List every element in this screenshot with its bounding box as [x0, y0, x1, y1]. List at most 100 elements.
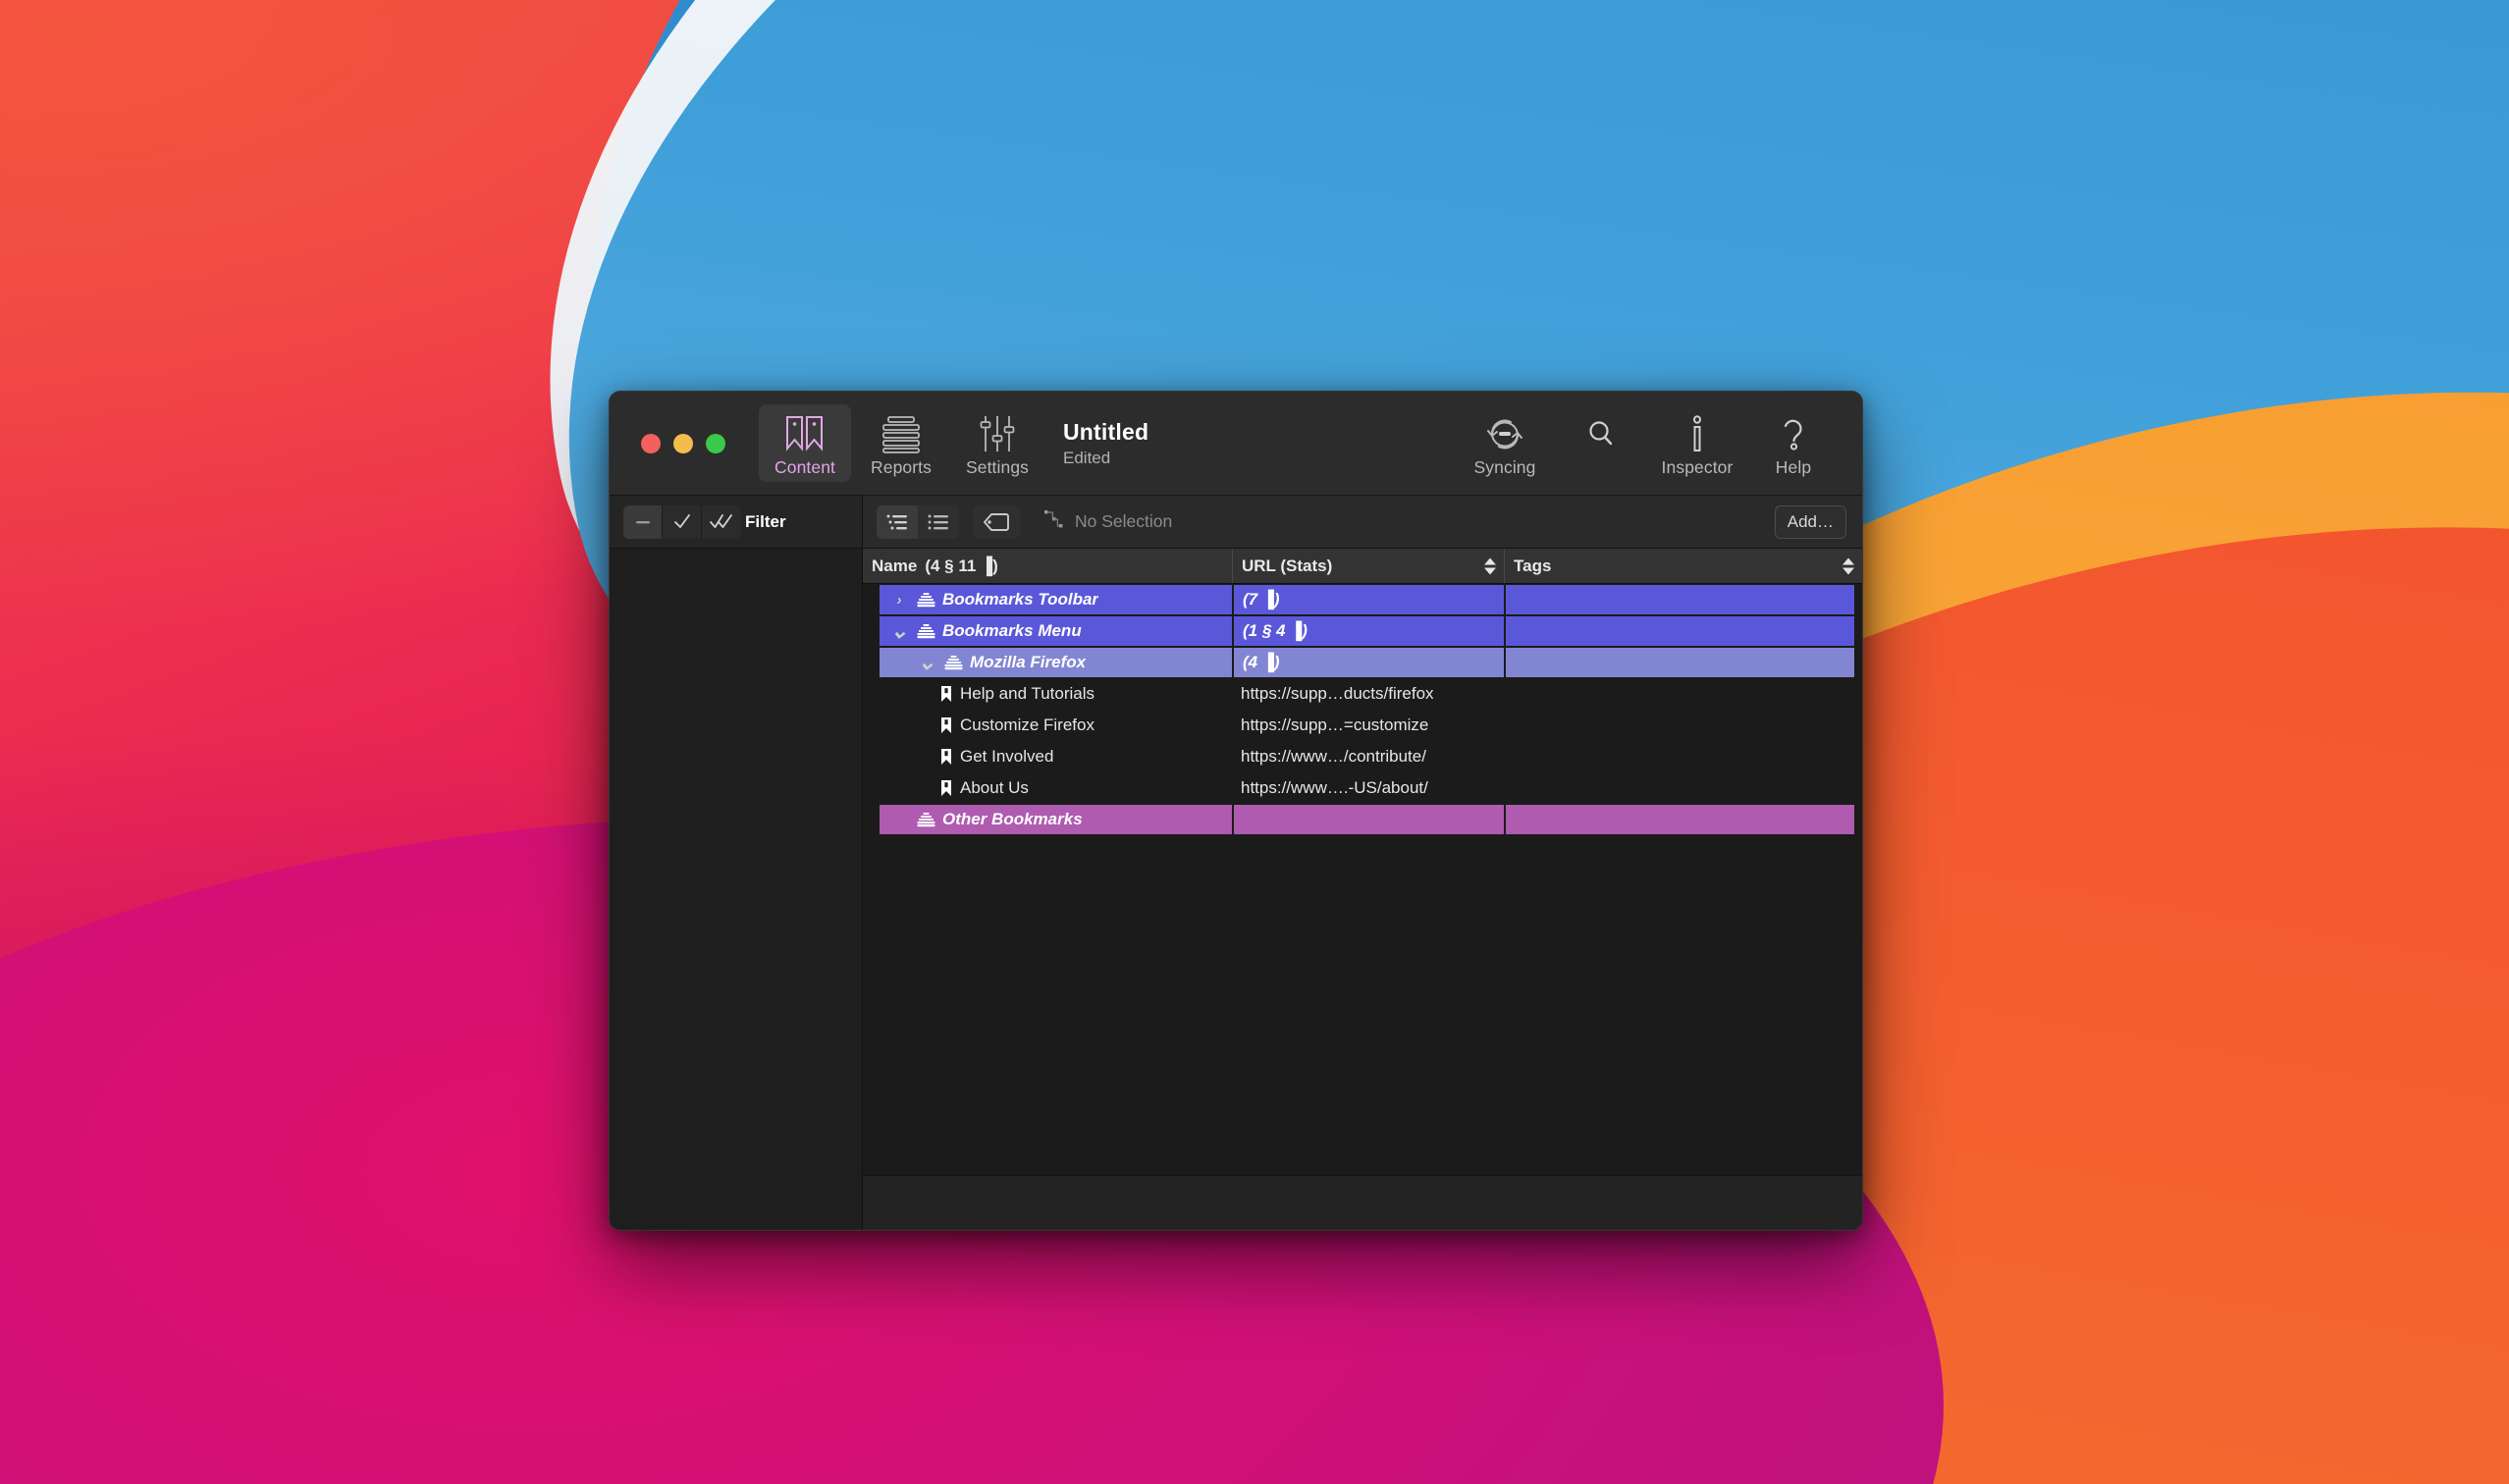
dash-icon[interactable] [623, 505, 663, 539]
filter-label: Filter [745, 512, 786, 532]
app-window: Content Reports [609, 391, 1863, 1231]
folder-stack-icon [917, 623, 935, 639]
row-name-label: Bookmarks Menu [942, 621, 1082, 641]
row-url-cell[interactable]: https://www….-US/about/ [1232, 772, 1504, 804]
row-tags-cell[interactable] [1504, 772, 1862, 804]
sidebar: Filter [610, 496, 863, 1230]
toolbar-left-tabs: Content Reports [759, 404, 1043, 483]
search-icon [1580, 412, 1622, 455]
outline-view-icon[interactable] [877, 505, 918, 539]
sync-icon [1484, 412, 1525, 455]
folder-stack-icon [917, 812, 935, 827]
sliders-icon [977, 412, 1018, 455]
row-name-label: About Us [960, 778, 1029, 798]
toolbar-button-inspector-label: Inspector [1662, 459, 1734, 477]
bookmark-icon [939, 716, 953, 734]
row-name-label: Bookmarks Toolbar [942, 590, 1098, 610]
traffic-lights[interactable] [610, 434, 725, 453]
table-row[interactable]: ⌄ Mozilla Firefox (4 ▐) [863, 647, 1862, 678]
row-url-cell[interactable]: https://www…/contribute/ [1232, 741, 1504, 772]
double-checkmark-icon[interactable] [702, 505, 741, 539]
row-name-label: Customize Firefox [960, 716, 1094, 735]
checkmark-icon[interactable] [663, 505, 702, 539]
row-name-cell[interactable]: Customize Firefox [863, 710, 1232, 741]
chevron-right-icon[interactable]: › [888, 592, 910, 609]
toolbar-button-search[interactable] [1554, 404, 1648, 465]
sidebar-filter-bar: Filter [610, 496, 862, 549]
filter-segmented-control[interactable] [623, 505, 741, 539]
column-header-tags[interactable]: Tags [1504, 549, 1862, 583]
window-body: Filter [610, 496, 1862, 1230]
bookmark-icon [939, 779, 953, 797]
row-url-cell[interactable]: (1 § 4 ▐) [1232, 615, 1504, 647]
close-window-button[interactable] [641, 434, 661, 453]
table-row[interactable]: Get Involvedhttps://www…/contribute/ [863, 741, 1862, 772]
toolbar-tab-reports[interactable]: Reports [855, 404, 947, 483]
row-url-cell[interactable]: https://supp…ducts/firefox [1232, 678, 1504, 710]
row-tags-cell[interactable] [1504, 804, 1854, 835]
row-url-cell[interactable] [1232, 804, 1504, 835]
sort-arrows-tags[interactable] [1842, 557, 1854, 574]
column-header-name-count: (4 § 11 ▐) [925, 556, 997, 576]
row-tags-cell[interactable] [1504, 710, 1862, 741]
toolbar-button-syncing[interactable]: Syncing [1458, 404, 1552, 483]
row-tags-cell[interactable] [1504, 741, 1862, 772]
table-row[interactable]: › Bookmarks Toolbar (7 ▐) [863, 584, 1862, 615]
sidebar-content-area[interactable] [610, 549, 862, 1230]
toolbar-button-help[interactable]: Help [1746, 404, 1841, 483]
row-name-cell[interactable]: ⌄ Bookmarks Menu [880, 615, 1232, 647]
status-bar [863, 1175, 1862, 1230]
column-header-url-label: URL (Stats) [1242, 556, 1332, 576]
view-mode-segmented-control[interactable] [877, 505, 959, 539]
table-body[interactable]: › Bookmarks Toolbar (7 ▐) ⌄ Bookmarks Menu (1… [863, 584, 1862, 1175]
toolbar-tab-settings[interactable]: Settings [951, 404, 1043, 483]
row-url-cell[interactable]: https://supp…=customize [1232, 710, 1504, 741]
row-name-label: Other Bookmarks [942, 810, 1083, 829]
sort-arrows-url[interactable] [1484, 557, 1496, 574]
toolbar-tab-content-label: Content [774, 459, 835, 477]
bookmarks-icon [784, 412, 826, 455]
toolbar-button-inspector[interactable]: Inspector [1650, 404, 1744, 483]
row-name-cell[interactable]: ⌄ Mozilla Firefox [880, 647, 1232, 678]
bookmark-icon [939, 685, 953, 703]
row-name-cell[interactable]: Other Bookmarks [880, 804, 1232, 835]
minimize-window-button[interactable] [673, 434, 693, 453]
folder-stack-icon [917, 592, 935, 608]
question-mark-icon [1773, 412, 1814, 455]
row-name-label: Help and Tutorials [960, 684, 1094, 704]
info-icon [1677, 412, 1718, 455]
table-row[interactable]: ⌄ Bookmarks Menu (1 § 4 ▐) [863, 615, 1862, 647]
table-row[interactable]: About Us https://www….-US/about/ [863, 772, 1862, 804]
row-url-cell[interactable]: (7 ▐) [1232, 584, 1504, 615]
row-name-label: Mozilla Firefox [970, 653, 1086, 672]
column-header-name-label: Name [872, 556, 917, 576]
bookmarks-table: Name (4 § 11 ▐) URL (Stats) Tags › Bookma… [863, 549, 1862, 1175]
tag-icon[interactable] [973, 505, 1020, 539]
row-url-cell[interactable]: (4 ▐) [1232, 647, 1504, 678]
table-row[interactable]: Other Bookmarks [863, 804, 1862, 835]
table-row[interactable]: Customize Firefox https://supp…=customize [863, 710, 1862, 741]
list-view-icon[interactable] [918, 505, 959, 539]
chevron-down-icon[interactable]: ⌄ [888, 626, 910, 636]
row-name-cell[interactable]: › Bookmarks Toolbar [880, 584, 1232, 615]
row-tags-cell[interactable] [1504, 584, 1854, 615]
table-row[interactable]: Help and Tutorials https://supp…ducts/fir… [863, 678, 1862, 710]
column-header-url[interactable]: URL (Stats) [1232, 549, 1504, 583]
chevron-down-icon[interactable]: ⌄ [916, 658, 937, 667]
row-tags-cell[interactable] [1504, 678, 1862, 710]
row-name-cell[interactable]: Help and Tutorials [863, 678, 1232, 710]
table-header-row: Name (4 § 11 ▐) URL (Stats) Tags [863, 549, 1862, 584]
toolbar-button-help-label: Help [1776, 459, 1811, 477]
row-tags-cell[interactable] [1504, 647, 1854, 678]
row-tags-cell[interactable] [1504, 615, 1854, 647]
toolbar-tab-content[interactable]: Content [759, 404, 851, 483]
row-name-cell[interactable]: Get Involved [863, 741, 1232, 772]
window-titlebar: Content Reports [610, 392, 1862, 496]
row-name-cell[interactable]: About Us [863, 772, 1232, 804]
document-title-block: Untitled Edited [1063, 419, 1148, 468]
add-button[interactable]: Add… [1775, 505, 1846, 539]
toolbar-button-syncing-label: Syncing [1474, 459, 1536, 477]
maximize-window-button[interactable] [706, 434, 725, 453]
column-header-name[interactable]: Name (4 § 11 ▐) [863, 549, 1232, 583]
selection-nodes-icon [1043, 509, 1065, 534]
